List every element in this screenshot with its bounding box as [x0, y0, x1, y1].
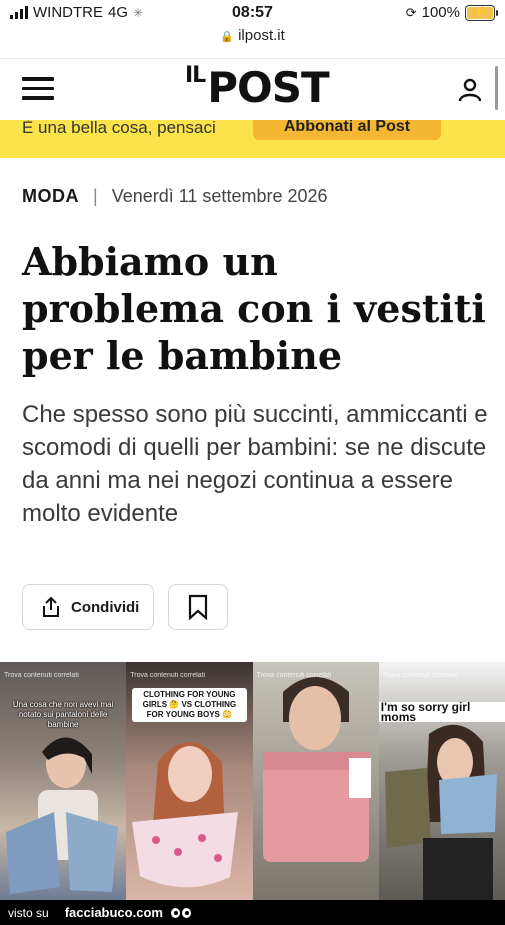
lock-icon: 🔒: [220, 31, 234, 43]
article-date: Venerdì 11 settembre 2026: [111, 186, 328, 206]
meta-divider: |: [93, 186, 98, 206]
site-logo[interactable]: ILPOST: [185, 63, 330, 112]
address-bar[interactable]: 🔒 ilpost.it: [0, 27, 505, 44]
battery-percent: 100%: [421, 4, 460, 21]
eyes-logo-icon: [170, 907, 191, 918]
share-button[interactable]: Condividi: [22, 584, 154, 630]
figure-illustration: [384, 724, 497, 900]
article-title: Abbiamo un problema con i vestiti per le…: [22, 239, 486, 378]
article-image[interactable]: Trova contenuti correlati Una cosa che n…: [0, 662, 505, 900]
banner-text: È una bella cosa, pensaci: [22, 120, 216, 137]
site-header: ILPOST: [0, 58, 505, 120]
footer-brand: facciabuco.com: [64, 905, 163, 920]
figure-illustration: [6, 737, 118, 894]
image-panel-4: Trova contenuti correlati I'm so sorry g…: [378, 662, 505, 900]
image-panel-2: Trova contenuti correlati CLOTHING FOR Y…: [126, 662, 253, 900]
article-meta: MODA | Venerdì 11 settembre 2026: [22, 186, 328, 207]
scrollbar[interactable]: [495, 66, 498, 110]
share-icon: [43, 596, 59, 617]
subscribe-button[interactable]: Abbonati al Post: [253, 120, 441, 140]
watermark-footer: visto su facciabuco.com: [0, 900, 505, 925]
share-label: Condividi: [71, 598, 140, 616]
charging-bolt-icon: ⚡: [467, 6, 493, 19]
image-panel-3: Trova contenuti correlati: [252, 662, 379, 900]
article-subtitle: Che spesso sono più succinti, ammiccanti…: [22, 401, 488, 527]
user-icon[interactable]: [457, 77, 483, 103]
status-bar: WINDTRE 4G ✳ 08:57 🔒 ilpost.it ⟳ 100% ⚡: [0, 0, 505, 58]
url-text: ilpost.it: [238, 27, 285, 44]
hamburger-icon[interactable]: [22, 77, 54, 103]
bookmark-button[interactable]: [168, 584, 228, 630]
figure-illustration: [262, 677, 371, 862]
logo-main: POST: [207, 63, 329, 112]
logo-prefix: IL: [185, 63, 206, 88]
footer-prefix: visto su: [8, 905, 49, 920]
orientation-lock-icon: ⟳: [405, 4, 417, 20]
bookmark-icon: [188, 594, 208, 620]
subscribe-banner: È una bella cosa, pensaci Abbonati al Po…: [0, 120, 505, 158]
status-right: ⟳ 100% ⚡: [405, 4, 498, 21]
image-panel-1: Trova contenuti correlati Una cosa che n…: [0, 662, 127, 900]
category-link[interactable]: MODA: [22, 186, 79, 207]
battery-icon: ⚡: [465, 4, 498, 21]
figure-illustration: [132, 742, 239, 888]
